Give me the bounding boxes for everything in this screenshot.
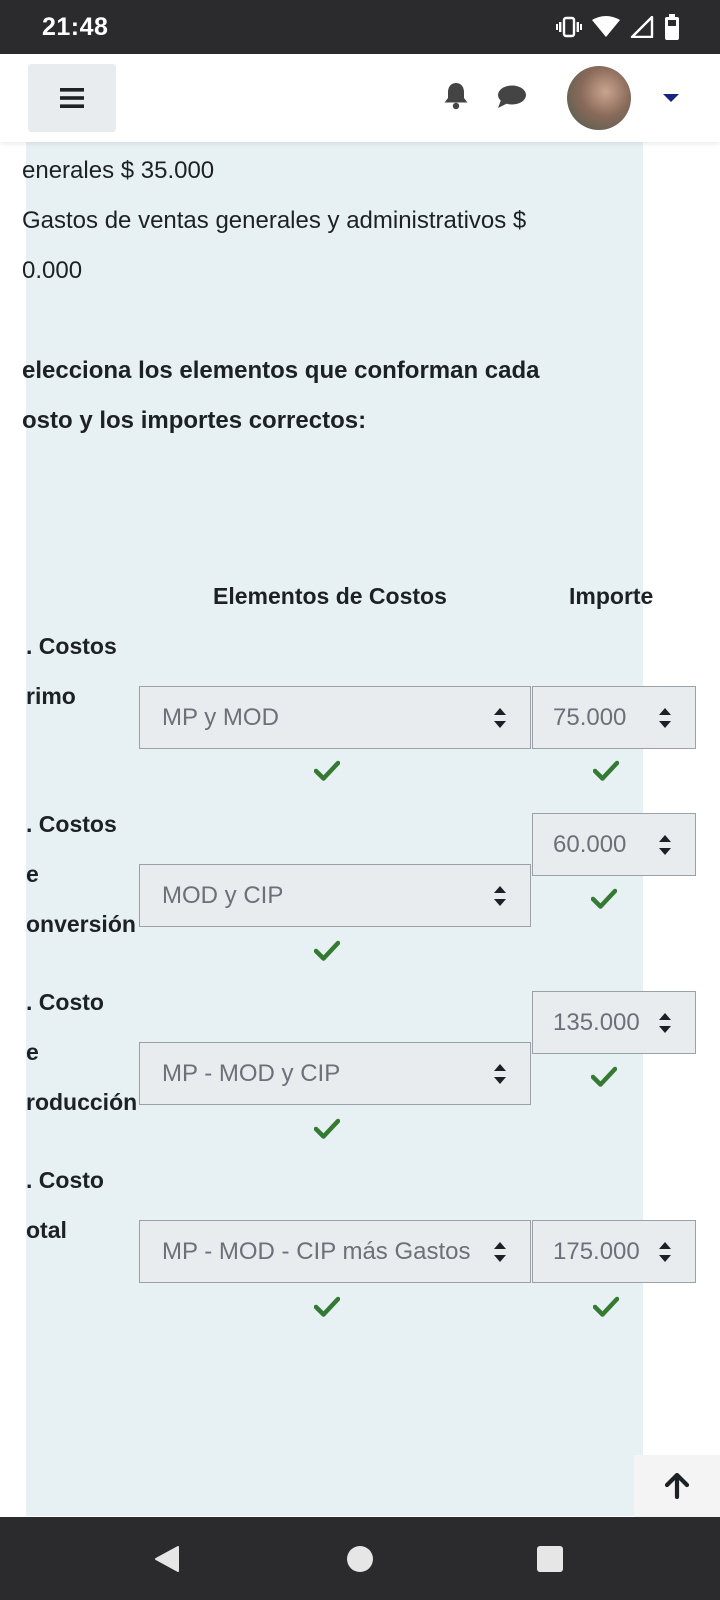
wifi-icon (592, 16, 620, 37)
select-value: 75.000 (553, 703, 627, 731)
select-arrows-icon (659, 1241, 671, 1262)
instruction-line: osto y los importes correctos: (22, 407, 367, 434)
check-icon (314, 1296, 340, 1317)
amount-select-row-3[interactable]: 135.000 (532, 991, 696, 1054)
row-label-line: rimo (26, 683, 76, 709)
select-arrows-icon (494, 1063, 506, 1084)
hamburger-icon (60, 88, 84, 108)
select-value: 175.000 (553, 1237, 640, 1265)
column-header-elements: Elementos de Costos (213, 583, 447, 609)
column-header-amount: Importe (569, 583, 654, 609)
back-triangle-icon[interactable] (154, 1545, 180, 1573)
bell-icon[interactable] (443, 82, 469, 110)
select-arrows-icon (494, 1241, 506, 1262)
row-label-line: roducción (26, 1089, 138, 1115)
element-select-row-3[interactable]: MP - MOD y CIP (139, 1042, 531, 1105)
select-value: MP - MOD y CIP (162, 1059, 341, 1087)
select-arrows-icon (659, 1012, 671, 1033)
select-value: 60.000 (553, 830, 627, 858)
select-value: MOD y CIP (162, 881, 284, 909)
top-navbar (0, 54, 720, 142)
select-arrows-icon (494, 707, 506, 728)
element-select-row-2[interactable]: MOD y CIP (139, 864, 531, 927)
select-arrows-icon (494, 885, 506, 906)
caret-down-icon[interactable] (663, 94, 679, 102)
element-select-row-1[interactable]: MP y MOD (139, 686, 531, 749)
check-icon (591, 1066, 617, 1087)
recents-square-icon[interactable] (537, 1546, 563, 1572)
arrow-up-icon (665, 1473, 689, 1499)
status-bar: 21:48 (0, 0, 720, 54)
signal-icon (630, 16, 654, 38)
check-icon (314, 940, 340, 961)
user-avatar[interactable] (567, 66, 631, 130)
check-icon (593, 760, 619, 781)
row-label-line: otal (26, 1217, 67, 1243)
check-icon (593, 1296, 619, 1317)
battery-icon (665, 14, 679, 40)
select-value: MP - MOD - CIP más Gastos (162, 1237, 471, 1265)
menu-button[interactable] (28, 64, 116, 132)
select-value: 135.000 (553, 1008, 640, 1036)
row-label-line: onversión (26, 911, 136, 937)
intro-line: Gastos de ventas generales y administrat… (22, 207, 527, 234)
check-icon (314, 760, 340, 781)
select-arrows-icon (659, 834, 671, 855)
chat-bubble-icon[interactable] (497, 85, 527, 109)
row-label-line: e (26, 861, 39, 887)
home-circle-icon[interactable] (347, 1546, 373, 1572)
element-select-row-4[interactable]: MP - MOD - CIP más Gastos (139, 1220, 531, 1283)
row-label-line: . Costos (26, 633, 117, 659)
check-icon (314, 1118, 340, 1139)
row-label-line: . Costo (26, 1167, 104, 1193)
back-to-top-button[interactable] (634, 1455, 720, 1517)
select-arrows-icon (659, 707, 671, 728)
instruction-line: elecciona los elementos que conforman ca… (22, 357, 540, 384)
status-time: 21:48 (42, 13, 109, 41)
row-label-line: e (26, 1039, 39, 1065)
check-icon (591, 888, 617, 909)
row-label-line: . Costos (26, 811, 117, 837)
select-value: MP y MOD (162, 703, 279, 731)
status-icons (556, 13, 680, 41)
amount-select-row-2[interactable]: 60.000 (532, 813, 696, 876)
amount-select-row-1[interactable]: 75.000 (532, 686, 696, 749)
vibrate-icon (556, 16, 582, 38)
amount-select-row-4[interactable]: 175.000 (532, 1220, 696, 1283)
intro-line: 0.000 (22, 257, 83, 284)
intro-line: enerales $ 35.000 (22, 157, 215, 184)
system-navigation-bar (0, 1517, 720, 1600)
row-label-line: . Costo (26, 989, 104, 1015)
